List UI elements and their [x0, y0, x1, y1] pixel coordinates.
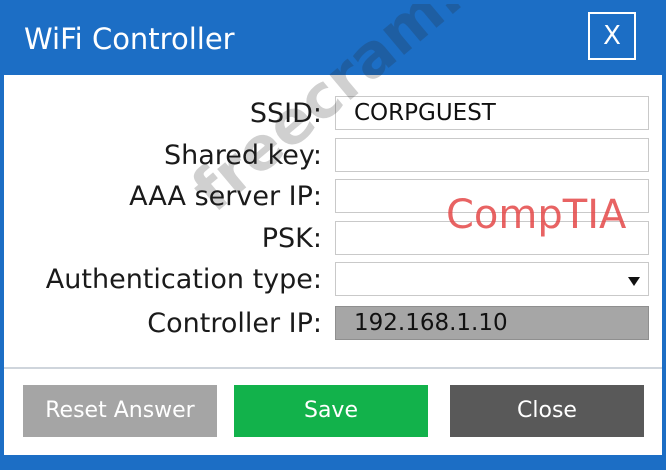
- authentication-type-row: Authentication type:: [4, 262, 662, 298]
- chevron-down-icon: [628, 277, 640, 286]
- psk-label: PSK:: [261, 223, 322, 254]
- reset-answer-button[interactable]: Reset Answer: [23, 385, 217, 437]
- wifi-controller-dialog: WiFi Controller X SSID: Shared key: AAA …: [0, 0, 666, 470]
- controller-ip-label: Controller IP:: [147, 308, 322, 339]
- divider: [4, 367, 662, 369]
- save-button[interactable]: Save: [234, 385, 428, 437]
- ssid-label: SSID:: [249, 98, 322, 129]
- shared-key-row: Shared key:: [4, 138, 662, 174]
- psk-input[interactable]: [335, 221, 649, 255]
- ssid-row: SSID:: [4, 96, 662, 132]
- window-title: WiFi Controller: [24, 22, 235, 56]
- controller-ip-field: 192.168.1.10: [335, 306, 649, 340]
- psk-row: PSK:: [4, 221, 662, 257]
- aaa-server-ip-input[interactable]: [335, 179, 649, 213]
- authentication-type-select[interactable]: [335, 262, 649, 296]
- bottom-bar: [4, 455, 662, 466]
- shared-key-label: Shared key:: [163, 140, 322, 171]
- title-bar: WiFi Controller X: [4, 4, 662, 75]
- authentication-type-label: Authentication type:: [45, 264, 322, 295]
- close-button[interactable]: Close: [450, 385, 644, 437]
- shared-key-input[interactable]: [335, 138, 649, 172]
- controller-ip-row: Controller IP: 192.168.1.10: [4, 306, 662, 342]
- aaa-server-ip-row: AAA server IP:: [4, 179, 662, 215]
- close-window-button[interactable]: X: [588, 12, 636, 60]
- aaa-server-ip-label: AAA server IP:: [129, 181, 322, 212]
- ssid-input[interactable]: [335, 96, 649, 130]
